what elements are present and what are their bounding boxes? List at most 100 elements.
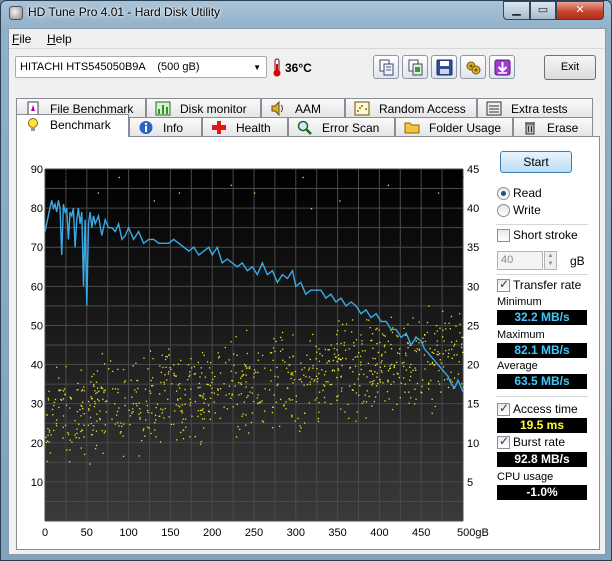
copy-all-icon: [408, 59, 423, 76]
access-time-point: [230, 370, 232, 372]
tab-label: Disk monitor: [180, 102, 247, 116]
access-time-point: [241, 415, 243, 417]
access-time-point: [123, 423, 125, 425]
access-time-point: [96, 370, 99, 372]
access-time-point: [367, 362, 370, 364]
tab-benchmark[interactable]: Benchmark: [16, 114, 129, 137]
access-time-point: [290, 377, 292, 380]
save-button[interactable]: [431, 55, 457, 79]
exit-button[interactable]: Exit: [544, 55, 596, 80]
access-time-point: [79, 408, 81, 411]
access-time-point: [93, 385, 95, 388]
title-bar[interactable]: HD Tune Pro 4.01 - Hard Disk Utility ▁ ▭…: [1, 1, 611, 26]
access-time-point: [83, 453, 86, 456]
access-time-point: [351, 319, 354, 321]
access-time-point: [436, 340, 439, 342]
access-time-point: [261, 400, 263, 402]
access-time-point: [369, 326, 371, 329]
access-time-point: [398, 376, 400, 379]
y-tick-right: 10: [467, 438, 479, 450]
access-time-point: [226, 408, 228, 410]
access-time-point: [458, 313, 461, 315]
access-time-point: [344, 411, 346, 413]
access-time-point: [255, 371, 257, 373]
access-time-point: [361, 340, 363, 342]
options-button[interactable]: [460, 55, 486, 79]
start-button[interactable]: Start: [500, 151, 572, 173]
menu-file[interactable]: File: [12, 32, 31, 46]
access-time-point: [380, 355, 383, 357]
access-time-point: [122, 455, 125, 458]
divider: [496, 224, 588, 225]
tab-error-scan[interactable]: Error Scan: [288, 117, 395, 137]
short-stroke-input[interactable]: 40: [497, 251, 543, 270]
access-time-point: [303, 422, 306, 424]
download-button[interactable]: [489, 55, 515, 79]
access-time-point: [382, 382, 384, 384]
access-time-point: [231, 379, 233, 382]
access-time-point: [285, 401, 287, 403]
access-time-point: [80, 430, 82, 433]
access-time-checkbox[interactable]: [497, 401, 510, 416]
access-time-point: [455, 340, 458, 342]
access-time-point: [396, 361, 398, 364]
burst-rate-checkbox[interactable]: [497, 434, 510, 449]
access-time-point: [65, 404, 68, 406]
access-time-point: [200, 413, 202, 415]
access-time-point: [451, 348, 453, 351]
access-time-point: [50, 434, 52, 436]
tab-health[interactable]: Health: [202, 117, 288, 137]
minimize-button[interactable]: ▁: [503, 1, 530, 20]
access-time-point: [114, 388, 117, 390]
access-time-point: [391, 363, 393, 365]
tab-folder-usage[interactable]: Folder Usage: [395, 117, 513, 137]
access-time-point: [154, 422, 156, 424]
access-time-point: [321, 355, 324, 357]
access-time-point: [163, 383, 165, 385]
access-time-point: [398, 352, 401, 355]
app-window: HD Tune Pro 4.01 - Hard Disk Utility ▁ ▭…: [0, 0, 612, 561]
access-time-point: [258, 402, 260, 404]
close-button[interactable]: ✕: [556, 1, 604, 20]
options-icon: [466, 61, 481, 75]
tab-extra-tests[interactable]: Extra tests: [477, 98, 593, 118]
access-time-point: [87, 400, 90, 403]
short-stroke-checkbox[interactable]: [497, 229, 510, 242]
tab-label: Erase: [547, 121, 579, 135]
access-time-point: [316, 397, 318, 399]
tab-random-access[interactable]: Random Access: [345, 98, 477, 118]
menu-help[interactable]: Help: [47, 32, 72, 46]
short-stroke-spinner[interactable]: ▲ ▼: [544, 251, 557, 270]
access-time-point: [160, 371, 163, 374]
read-label: Read: [513, 186, 542, 200]
access-time-point: [137, 387, 139, 390]
tab-disk-monitor[interactable]: Disk monitor: [146, 98, 261, 118]
maximize-button[interactable]: ▭: [530, 1, 556, 20]
write-radio[interactable]: [497, 204, 510, 217]
tab-aam[interactable]: AAM: [261, 98, 345, 118]
drive-select[interactable]: HITACHI HTS545050B9A (500 gB) ▼: [15, 56, 267, 78]
average-value: 63.5 MB/s: [497, 374, 587, 389]
access-time-point: [46, 414, 48, 416]
access-time-point: [329, 383, 331, 386]
access-time-point: [204, 398, 207, 400]
access-time-point: [199, 376, 201, 378]
tab-erase[interactable]: Erase: [513, 117, 593, 137]
access-time-point: [294, 370, 297, 373]
access-time-point: [46, 440, 49, 442]
copy-all-button[interactable]: [402, 55, 428, 79]
tab-info[interactable]: Info: [129, 117, 202, 137]
access-time-point: [384, 351, 386, 353]
access-time-point: [71, 441, 73, 443]
access-time-point: [245, 386, 247, 388]
access-time-point: [124, 380, 126, 382]
access-time-point: [428, 388, 430, 390]
access-time-point: [288, 356, 291, 359]
divider: [496, 274, 588, 275]
transfer-rate-checkbox[interactable]: [497, 277, 510, 292]
copy-button[interactable]: [373, 55, 399, 79]
read-radio[interactable]: [497, 187, 510, 200]
access-time-point: [96, 391, 98, 394]
access-time-label: Access time: [513, 402, 578, 416]
access-time-point: [322, 389, 324, 392]
